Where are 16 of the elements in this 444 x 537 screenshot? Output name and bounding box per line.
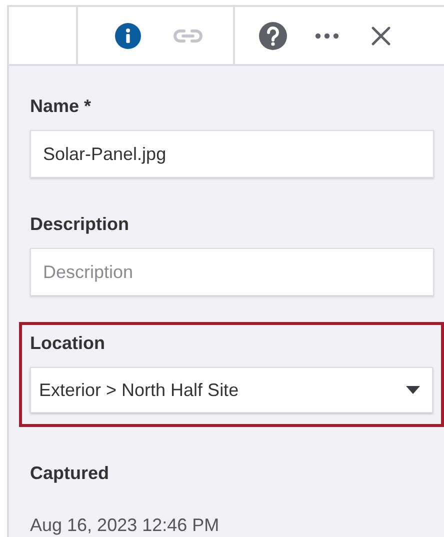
- field-label: Captured: [30, 462, 110, 485]
- field-label: Name *: [30, 95, 92, 118]
- field-label: Location: [30, 332, 106, 355]
- help-button[interactable]: [257, 20, 289, 52]
- info-icon: [115, 22, 141, 48]
- caret-icon: [406, 386, 420, 394]
- close-icon: [371, 26, 391, 46]
- field-label: Description: [30, 213, 130, 236]
- help-icon: [259, 22, 287, 50]
- link-icon: [173, 28, 203, 44]
- captured-date: Aug 16, 2023 12:46 PM: [30, 514, 220, 537]
- name-field[interactable]: Solar-Panel.jpg: [30, 130, 434, 178]
- more-icon: [315, 32, 339, 38]
- location-select[interactable]: Exterior > North Half Site: [30, 367, 433, 413]
- select-value: Exterior > North Half Site: [39, 378, 239, 402]
- description-field[interactable]: Description: [30, 248, 434, 296]
